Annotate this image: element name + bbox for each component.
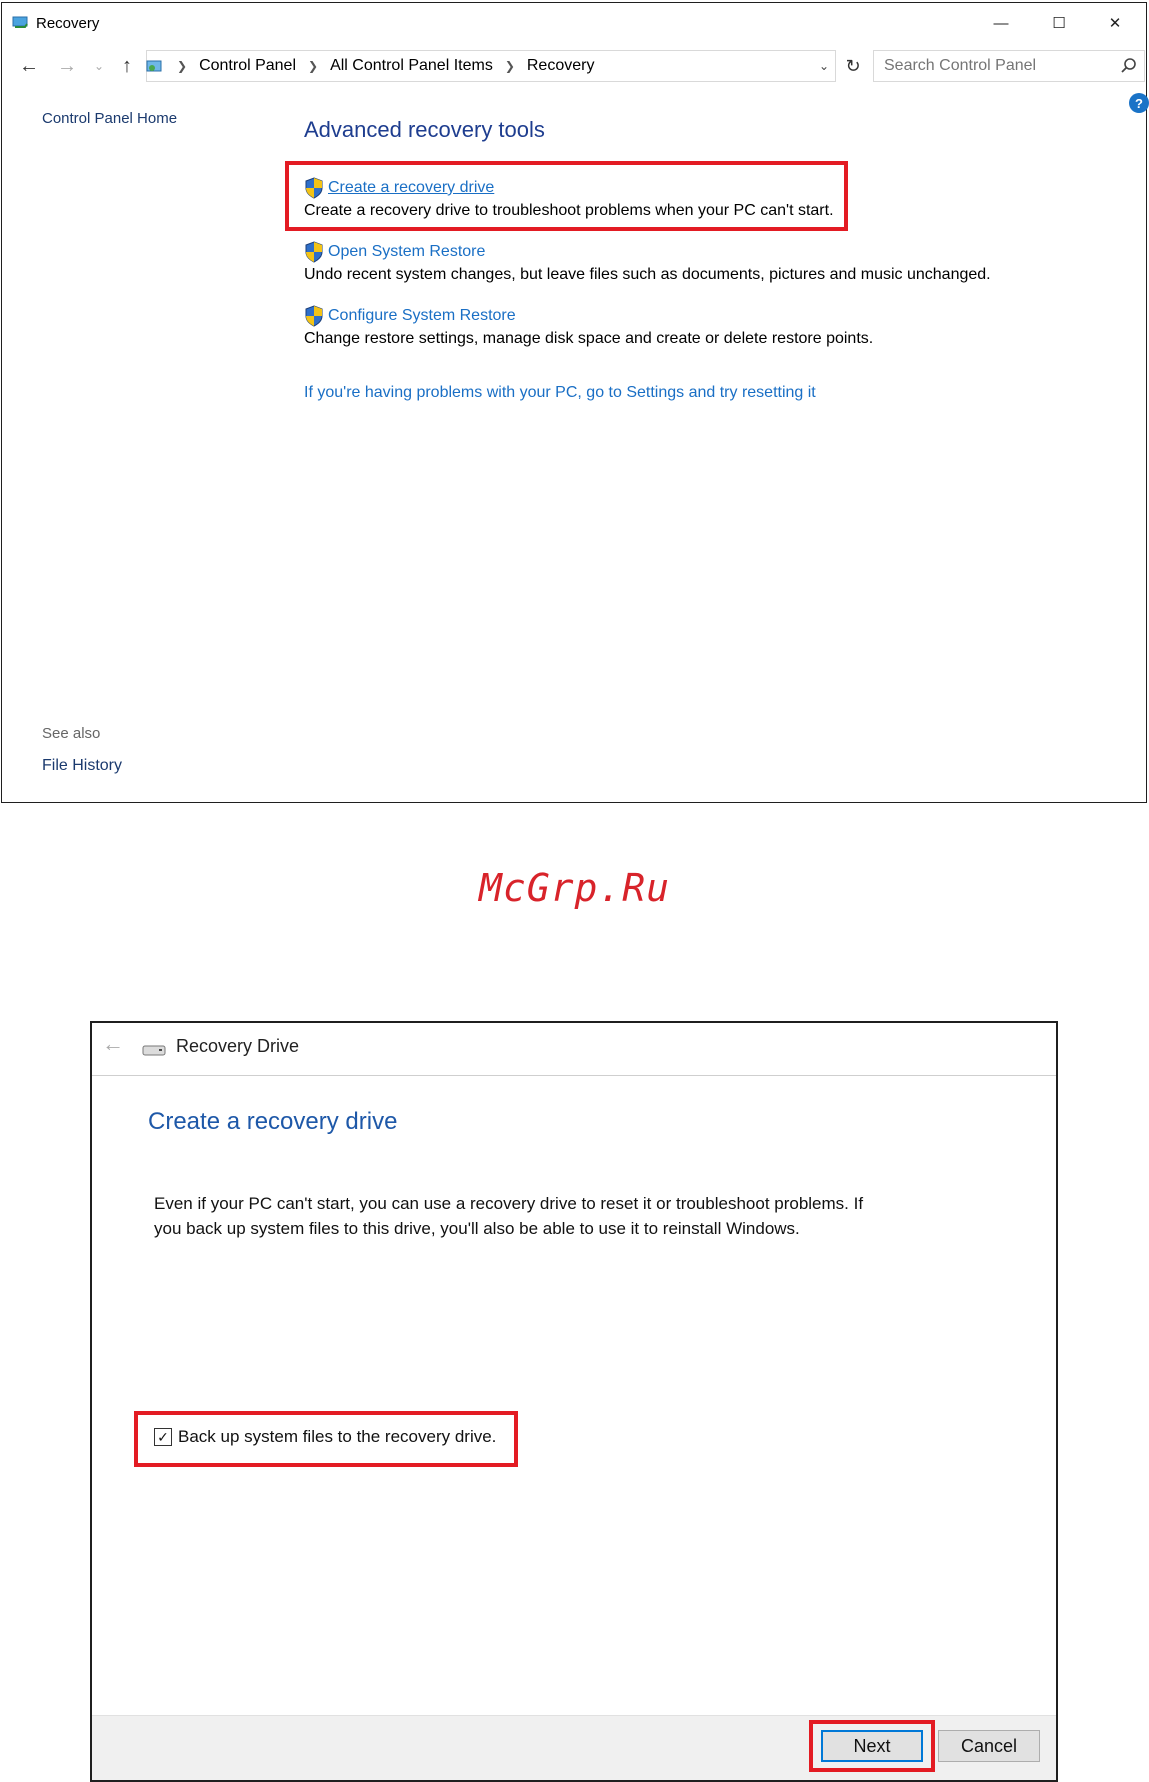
wizard-description-line: Even if your PC can't start, you can use… (154, 1194, 864, 1213)
back-arrow-icon[interactable]: ← (102, 1031, 124, 1057)
refresh-icon[interactable]: ↻ (840, 50, 866, 82)
page-title: Advanced recovery tools (304, 117, 545, 142)
back-arrow-icon[interactable]: ← (16, 50, 42, 82)
cancel-button[interactable]: Cancel (938, 1730, 1040, 1762)
watermark-text: McGrp.Ru (478, 866, 671, 910)
maximize-button[interactable]: ☐ (1036, 8, 1082, 38)
control-panel-window: Recovery — ☐ ✕ ← → ⌄ ↑ ❯ Control Panel ❯… (1, 2, 1149, 803)
uac-shield-icon (305, 241, 323, 263)
breadcrumb-separator-icon[interactable]: ❯ (308, 59, 318, 73)
uac-shield-icon (305, 305, 323, 327)
search-icon[interactable] (1120, 57, 1138, 75)
address-dropdown-icon[interactable]: ⌄ (819, 59, 829, 73)
breadcrumb-separator-icon[interactable]: ❯ (177, 59, 187, 73)
title-bar: Recovery — ☐ ✕ (2, 3, 1146, 43)
recovery-app-icon (12, 16, 28, 28)
task-description: Undo recent system changes, but leave fi… (304, 266, 991, 283)
address-bar: ← → ⌄ ↑ ❯ Control Panel ❯ All Control Pa… (2, 50, 1146, 82)
up-arrow-icon[interactable]: ↑ (114, 50, 140, 82)
forward-arrow-icon[interactable]: → (54, 50, 80, 82)
recovery-drive-wizard: ← Recovery Drive Create a recovery drive… (90, 1021, 1058, 1782)
wizard-title: Recovery Drive (176, 1036, 300, 1056)
breadcrumb-recovery[interactable]: Recovery (527, 57, 595, 75)
reset-pc-settings-link[interactable]: If you're having problems with your PC, … (304, 384, 816, 402)
wizard-header: ← Recovery Drive (92, 1023, 1056, 1076)
configure-system-restore-link[interactable]: Configure System Restore (304, 305, 873, 327)
highlight-box (134, 1411, 518, 1467)
window-title: Recovery (36, 15, 100, 32)
breadcrumb-all-items[interactable]: All Control Panel Items (330, 57, 493, 75)
wizard-description: Even if your PC can't start, you can use… (154, 1191, 934, 1241)
wizard-heading: Create a recovery drive (148, 1108, 398, 1135)
close-button[interactable]: ✕ (1092, 8, 1138, 38)
search-box[interactable] (873, 50, 1145, 82)
breadcrumb-control-panel[interactable]: Control Panel (199, 57, 296, 75)
task-label[interactable]: Open System Restore (328, 243, 485, 261)
task-label[interactable]: Configure System Restore (328, 307, 516, 325)
control-panel-icon (146, 60, 162, 72)
recent-locations-chevron-icon[interactable]: ⌄ (86, 50, 112, 82)
breadcrumb: ❯ Control Panel ❯ All Control Panel Item… (146, 50, 836, 82)
see-also-label: See also (42, 725, 101, 742)
minimize-button[interactable]: — (978, 8, 1024, 38)
task-open-system-restore: Open System Restore Undo recent system c… (304, 241, 991, 284)
breadcrumb-separator-icon[interactable]: ❯ (505, 59, 515, 73)
wizard-footer: Next Cancel (92, 1715, 1056, 1780)
highlight-box (809, 1720, 935, 1772)
wizard-description-line: you back up system files to this drive, … (154, 1219, 800, 1238)
highlight-box (285, 161, 848, 231)
task-configure-system-restore: Configure System Restore Change restore … (304, 305, 873, 348)
control-panel-home-link[interactable]: Control Panel Home (42, 110, 177, 127)
help-icon[interactable]: ? (1129, 93, 1149, 113)
drive-icon (142, 1045, 166, 1056)
search-input[interactable] (882, 56, 1106, 76)
file-history-link[interactable]: File History (42, 757, 122, 775)
open-system-restore-link[interactable]: Open System Restore (304, 241, 991, 263)
task-description: Change restore settings, manage disk spa… (304, 330, 874, 347)
